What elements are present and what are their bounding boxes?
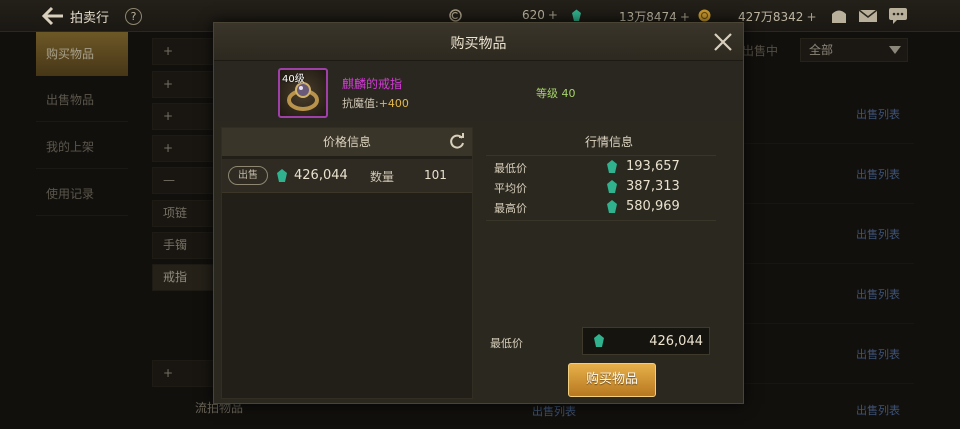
bag-icon[interactable] [829,7,849,25]
min-price-value: 426,044 [649,334,703,349]
jade-gem-icon [607,200,617,213]
price-info-panel: 价格信息 出售 426,044 数量 101 [221,127,473,399]
item-info: 40级 麒麟的戒指 抗魔值:+400 等级 40 [214,61,743,121]
average-price-label: 平均价 [494,182,527,195]
market-stats: 最低价 193,657 平均价 387,313 最高价 580,969 [486,155,716,221]
quantity-value: 101 [424,168,447,182]
price-info-header: 价格信息 [222,128,472,156]
ring-item-icon[interactable]: 40级 [278,68,328,118]
sell-tag: 出售 [228,166,268,185]
item-level-badge: 40级 [282,74,305,85]
jade-gem-icon [607,160,617,173]
page-title: 拍卖行 [70,11,110,26]
close-icon[interactable] [713,32,733,52]
item-level: 等级 40 [536,87,576,100]
listing-price: 426,044 [294,168,348,183]
back-arrow-icon[interactable] [42,6,64,26]
jade-gem-icon [277,169,287,182]
currency-3: 427万8342 + [738,10,817,24]
jade-gem-icon [572,9,581,21]
jade-gem-icon [607,180,617,193]
market-info-header: 行情信息 [584,135,633,149]
lowest-price-value: 193,657 [626,159,680,174]
min-price-field: 426,044 [582,327,710,355]
coin-icon [449,9,462,22]
highest-price-value: 580,969 [626,199,680,214]
gold-coin-icon [698,9,711,22]
refresh-icon[interactable] [448,133,466,151]
dialog-header: 购买物品 [214,23,743,61]
mail-icon[interactable] [858,7,878,25]
average-price-value: 387,313 [626,179,680,194]
add-currency-3-button[interactable]: + [806,10,816,24]
highest-price-label: 最高价 [494,202,527,215]
currency-1: 620 + [522,8,558,22]
add-currency-1-button[interactable]: + [548,8,558,22]
lowest-price-label: 最低价 [494,162,527,175]
quantity-label: 数量 [370,170,395,184]
buy-item-dialog: 购买物品 40级 麒麟的戒指 抗魔值:+400 等级 40 价格信息 出售 42… [213,22,744,404]
buy-button[interactable]: 购买物品 [568,363,656,397]
item-stat: 抗魔值:+400 [342,97,409,110]
table-row[interactable]: 出售 426,044 数量 101 [222,159,472,193]
jade-gem-icon [594,334,604,347]
help-button[interactable]: ? [125,8,142,25]
item-name: 麒麟的戒指 [342,77,403,91]
chat-icon[interactable] [888,7,908,25]
market-info-panel: 行情信息 最低价 193,657 平均价 387,313 最高价 580,969… [482,127,736,399]
min-price-label: 最低价 [490,337,523,350]
dialog-title: 购买物品 [450,36,507,52]
